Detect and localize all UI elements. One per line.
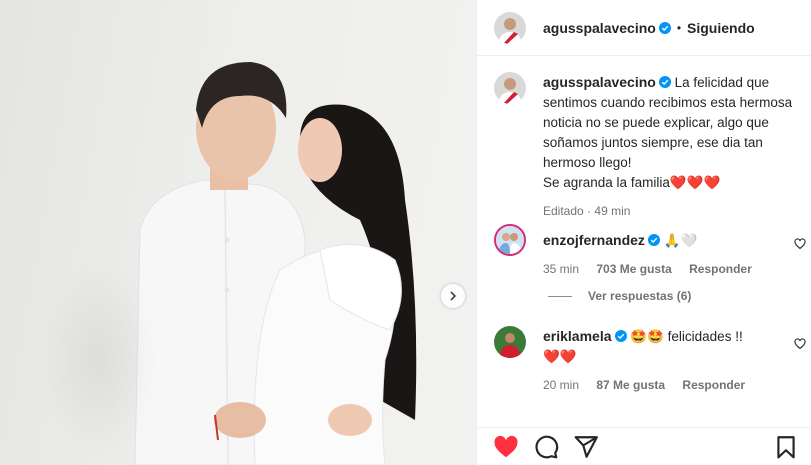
- caption-username[interactable]: agusspalavecino: [543, 74, 656, 90]
- caption-body: agusspalavecino La felicidad que sentimo…: [543, 72, 804, 221]
- comment-username[interactable]: eriklamela: [543, 328, 612, 344]
- next-photo-button[interactable]: [441, 284, 465, 308]
- post-caption: agusspalavecino La felicidad que sentimo…: [494, 72, 804, 221]
- verified-icon: [647, 234, 660, 246]
- post-header: aguss­palavecino • Siguiendo: [477, 0, 811, 56]
- verified-icon: [658, 76, 671, 88]
- edited-label: Editado: [543, 204, 584, 218]
- heart-outline-icon[interactable]: [794, 238, 806, 250]
- caption-time[interactable]: 49 min: [594, 204, 630, 218]
- reply-button[interactable]: Responder: [682, 378, 745, 392]
- verified-icon: [658, 21, 671, 34]
- view-replies-label: Ver respuestas (6): [588, 289, 692, 303]
- save-icon[interactable]: [773, 434, 799, 460]
- reply-button[interactable]: Responder: [689, 262, 752, 276]
- author-username[interactable]: aguss­palavecino: [543, 20, 656, 36]
- separator-dot: •: [676, 20, 682, 35]
- comment-icon[interactable]: [533, 434, 559, 460]
- comment-likes[interactable]: 703 Me gusta: [596, 262, 671, 276]
- verified-icon: [614, 330, 627, 342]
- heart-outline-icon[interactable]: [794, 338, 806, 350]
- comment-username[interactable]: enzojfernandez: [543, 232, 645, 248]
- comment-text: 🙏🤍: [663, 233, 698, 248]
- comment-hearts: ❤️❤️: [543, 349, 577, 364]
- commenter-avatar[interactable]: [494, 326, 526, 358]
- next-arrow-icon: [450, 291, 456, 301]
- commenter-avatar[interactable]: [494, 224, 526, 256]
- post-actions-bar: [477, 427, 811, 465]
- caption-meta: Editado · 49 min: [543, 204, 631, 218]
- comment-body: enzojfernandez 🙏🤍 35 min 703 Me gusta Re…: [543, 224, 783, 279]
- comment-time[interactable]: 20 min: [543, 378, 579, 392]
- share-icon[interactable]: [573, 434, 599, 460]
- comment-body: eriklamela 🤩🤩 felicidades !! ❤️❤️ 20 min…: [543, 326, 783, 395]
- comment-time[interactable]: 35 min: [543, 262, 579, 276]
- caption-hearts: ❤️❤️❤️: [669, 175, 721, 190]
- post-photo[interactable]: [0, 0, 476, 465]
- post-side-panel: aguss­palavecino • Siguiendo agusspalave…: [476, 0, 811, 465]
- comment-item: eriklamela 🤩🤩 felicidades !! ❤️❤️ 20 min…: [494, 326, 806, 395]
- comment-meta: 35 min 703 Me gusta Responder: [543, 259, 783, 279]
- comment-text: felicidades !!: [667, 329, 743, 344]
- comment-likes[interactable]: 87 Me gusta: [596, 378, 665, 392]
- author-avatar[interactable]: [494, 11, 526, 44]
- comment-emoji: 🤩🤩: [630, 329, 664, 344]
- view-replies-button[interactable]: Ver respuestas (6): [548, 289, 691, 303]
- comment-item: enzojfernandez 🙏🤍 35 min 703 Me gusta Re…: [494, 224, 806, 279]
- caption-avatar[interactable]: [494, 72, 526, 104]
- caption-text: La felicidad que sentimos cuando recibim…: [543, 75, 793, 190]
- heart-icon[interactable]: [493, 434, 519, 460]
- comment-meta: 20 min 87 Me gusta Responder: [543, 375, 783, 395]
- following-button[interactable]: Siguiendo: [687, 20, 755, 36]
